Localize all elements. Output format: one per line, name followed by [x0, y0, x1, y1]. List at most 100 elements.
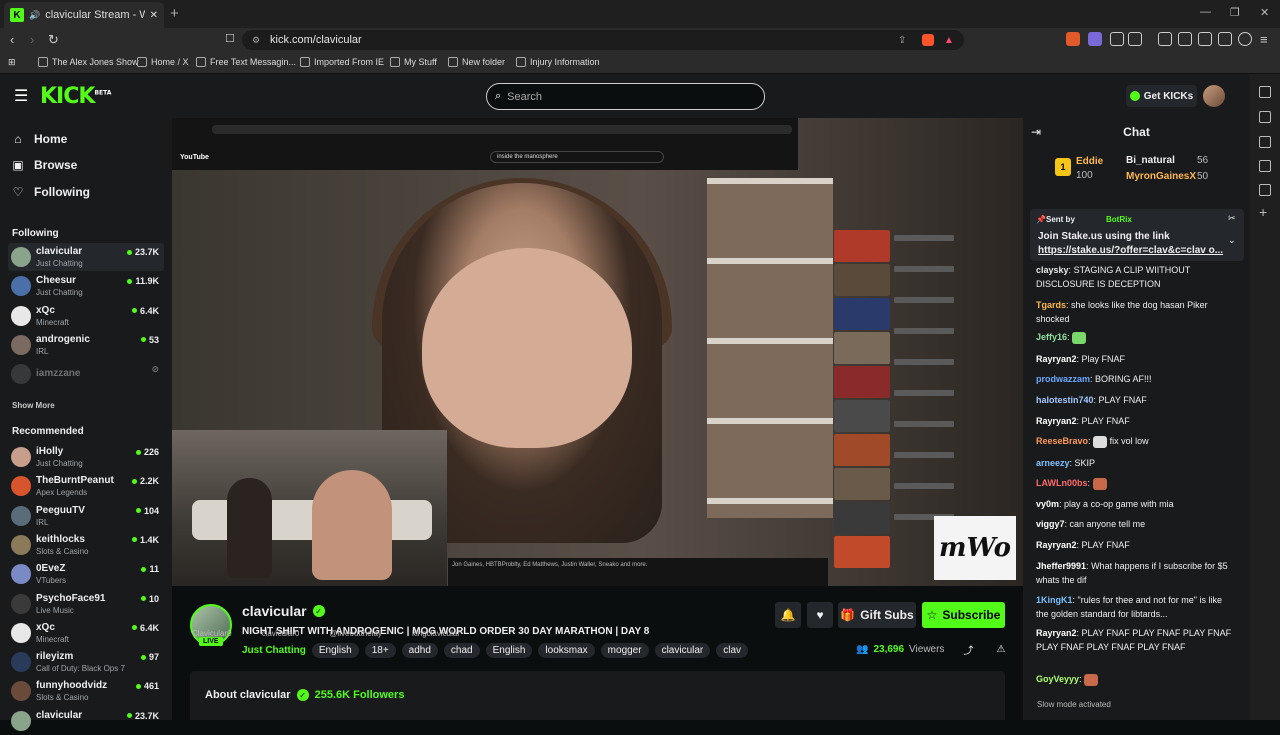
chat-username[interactable]: viggy7	[1036, 519, 1065, 529]
channel-item[interactable]: TheBurntPeanut Apex Legends 2.2K	[8, 472, 164, 500]
stream-tag[interactable]: English	[485, 643, 533, 658]
channel-item[interactable]: keithlocks Slots & Casino 1.4K	[8, 531, 164, 559]
pinned-message[interactable]: 📌 Sent by BotRix Join Stake.us using the…	[1030, 209, 1244, 261]
bookmarks-icon[interactable]	[1259, 136, 1271, 148]
rewards-icon[interactable]: ▲	[944, 35, 954, 46]
new-tab-button[interactable]: +	[170, 5, 179, 22]
close-window-icon[interactable]: ✕	[1260, 6, 1269, 19]
bookmark-item[interactable]: Free Text Messagin...	[196, 57, 296, 67]
show-more-link[interactable]: Show More	[12, 401, 55, 410]
channel-item[interactable]: iamzzane ⊘	[8, 360, 164, 388]
channel-item[interactable]: funnyhoodvidz Slots & Casino 461	[8, 677, 164, 705]
chat-username[interactable]: GoyVeyyy	[1036, 674, 1079, 684]
restore-icon[interactable]: ❐	[1230, 6, 1240, 19]
chat-username[interactable]: arneezy	[1036, 458, 1070, 468]
leo-icon[interactable]	[1259, 86, 1271, 98]
menu-icon[interactable]: ≡	[1260, 32, 1268, 47]
brave-shield-icon[interactable]	[922, 34, 934, 46]
extension-icon[interactable]	[1066, 32, 1080, 46]
chat-username[interactable]: Jheffer9991	[1036, 561, 1086, 571]
chat-username[interactable]: 1KingK1	[1036, 595, 1073, 605]
gifter-name[interactable]: MyronGainesX	[1126, 171, 1196, 182]
report-icon[interactable]: ⚠	[996, 644, 1005, 655]
channel-item[interactable]: PsychoFace91 Live Music 10	[8, 590, 164, 618]
stream-tag[interactable]: mogger	[600, 643, 649, 658]
share-icon[interactable]: ⤴	[963, 642, 973, 657]
channel-item[interactable]: clavicular Just Chatting 23.7K	[8, 243, 164, 271]
bookmark-folder[interactable]: My Stuff	[390, 57, 437, 67]
chat-username[interactable]: vy0m	[1036, 499, 1059, 509]
extension-icon[interactable]	[1110, 32, 1124, 46]
pinned-link[interactable]: https://stake.us/?offer=clav&c=clav o...	[1038, 245, 1223, 256]
bookmark-item[interactable]: The Alex Jones Show	[38, 57, 139, 67]
collapse-chat-icon[interactable]: ⇥	[1031, 125, 1041, 139]
chat-username[interactable]: LAWLn00bs	[1036, 478, 1088, 488]
chat-username[interactable]: prodwazzam	[1036, 374, 1090, 384]
bookmark-icon[interactable]: ☐	[225, 32, 235, 45]
bot-name[interactable]: BotRix	[1106, 215, 1132, 224]
chat-username[interactable]: Jeffy16	[1036, 332, 1067, 342]
stream-tag[interactable]: adhd	[401, 643, 438, 658]
chat-username[interactable]: Tgards	[1036, 300, 1066, 310]
channel-name[interactable]: clavicular ✓	[242, 603, 325, 619]
channel-item[interactable]: rileyizm Call of Duty: Black Ops 7 97	[8, 648, 164, 676]
hamburger-menu-icon[interactable]: ☰	[14, 86, 28, 106]
share-icon[interactable]: ⇪	[898, 35, 906, 46]
chevron-down-icon[interactable]: ⌄	[1228, 235, 1236, 246]
chat-username[interactable]: Rayryan2	[1036, 540, 1077, 550]
history-icon[interactable]	[1259, 160, 1271, 172]
bookmark-folder[interactable]: Injury Information	[516, 57, 600, 67]
subscribe-button[interactable]: ☆ Subscribe	[922, 602, 1005, 628]
stream-tag[interactable]: looksmax	[538, 643, 595, 658]
channel-item[interactable]: iHolly Just Chatting 226	[8, 443, 164, 471]
wallet-icon[interactable]	[1198, 32, 1212, 46]
url-field[interactable]: ⚙ kick.com/clavicular ⇪ ▲	[242, 30, 964, 50]
channel-item[interactable]: 0EveZ VTubers 11	[8, 560, 164, 588]
chat-username[interactable]: Rayryan2	[1036, 628, 1077, 638]
back-icon[interactable]: ‹	[10, 32, 14, 47]
extension-icon[interactable]	[1088, 32, 1102, 46]
reading-list-icon[interactable]	[1259, 111, 1271, 123]
channel-item[interactable]: PeeguuTV IRL 104	[8, 502, 164, 530]
channel-item[interactable]: xQc Minecraft 6.4K	[8, 302, 164, 330]
media-icon[interactable]	[1158, 32, 1172, 46]
vpn-icon[interactable]	[1238, 32, 1252, 46]
unpin-icon[interactable]: ✂	[1228, 213, 1236, 224]
user-avatar[interactable]	[1203, 85, 1225, 107]
channel-item[interactable]: Cheesur Just Chatting 11.9K	[8, 272, 164, 300]
chat-username[interactable]: Rayryan2	[1036, 416, 1077, 426]
chat-username[interactable]: halotestin740	[1036, 395, 1094, 405]
nav-following[interactable]: ♡ Following	[12, 185, 90, 199]
bookmark-folder[interactable]: New folder	[448, 57, 505, 67]
bookmark-item[interactable]: Home / X	[137, 57, 189, 67]
gifter-name[interactable]: Eddie	[1076, 156, 1103, 167]
bookmark-folder[interactable]: Imported From IE	[300, 57, 384, 67]
nav-browse[interactable]: ▣ Browse	[12, 158, 77, 172]
stream-tag[interactable]: English	[311, 643, 359, 658]
notification-bell-button[interactable]: 🔔	[775, 602, 801, 628]
stream-tag[interactable]: clavicular	[654, 643, 711, 658]
playlist-icon[interactable]	[1259, 184, 1271, 196]
site-info-icon[interactable]: ⚙	[252, 35, 260, 46]
stream-tag[interactable]: clav	[716, 643, 749, 658]
sidebar-icon[interactable]	[1178, 32, 1192, 46]
chat-username[interactable]: claysky	[1036, 265, 1069, 275]
channel-item[interactable]: clavicular 23.7K	[8, 707, 164, 735]
channel-item[interactable]: xQc Minecraft 6.4K	[8, 619, 164, 647]
category-link[interactable]: Just Chatting	[242, 643, 306, 658]
apps-icon[interactable]: ⊞	[8, 57, 16, 68]
youtube-link[interactable]: @liveoutthelay	[329, 629, 382, 638]
x-link[interactable]: clavicular0	[262, 629, 300, 638]
gift-subs-button[interactable]: 🎁 Gift Subs	[838, 602, 916, 628]
add-panel-icon[interactable]: +	[1259, 204, 1267, 220]
gifter-name[interactable]: Bi_natural	[1126, 155, 1175, 166]
reload-icon[interactable]: ↻	[48, 32, 59, 48]
channel-item[interactable]: androgenic IRL 53	[8, 331, 164, 359]
browser-tab[interactable]: K 🔊 clavicular Stream - Watch Liv ✕	[4, 2, 164, 28]
search-input[interactable]: ⌕ Search	[486, 83, 765, 110]
chat-username[interactable]: ReeseBravo	[1036, 436, 1088, 446]
extension-icon[interactable]	[1128, 32, 1142, 46]
tiktok-link[interactable]: kingclavicular	[412, 629, 460, 638]
stream-tag[interactable]: chad	[443, 643, 480, 658]
leo-icon[interactable]	[1218, 32, 1232, 46]
